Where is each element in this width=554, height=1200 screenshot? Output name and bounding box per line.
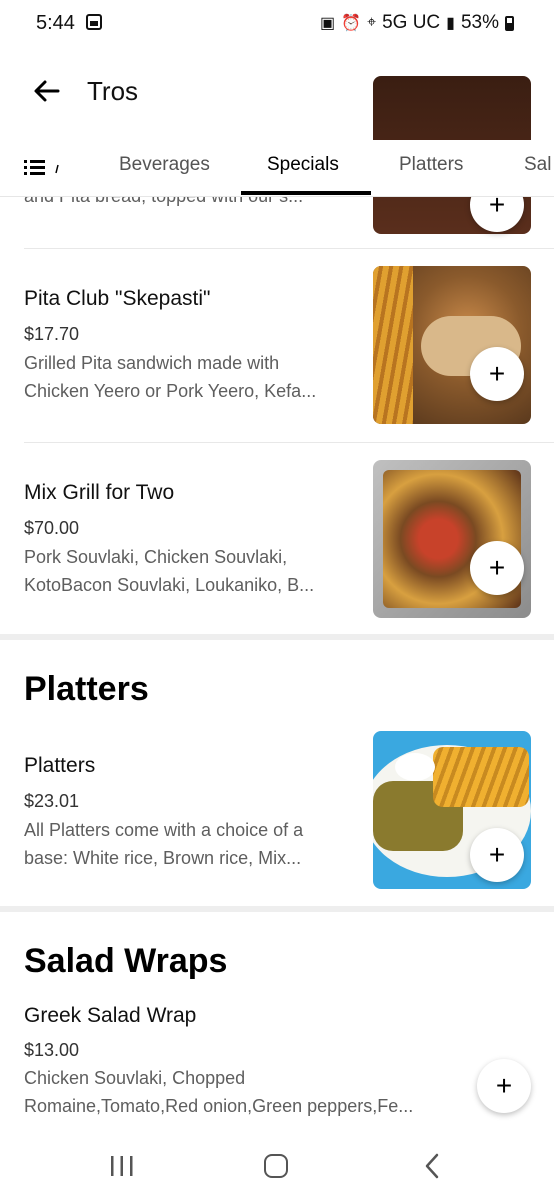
arrow-left-icon (34, 80, 60, 102)
store-title: Tros (87, 76, 139, 106)
list-item[interactable]: Mix Grill for Two $70.00 Pork Souvlaki, … (0, 443, 554, 636)
alarm-icon: ⏰ (341, 15, 362, 32)
back-button[interactable] (30, 74, 64, 108)
item-description: All Platters come with a choice of a bas… (24, 820, 304, 868)
tab-salad-wraps[interactable]: Sal (524, 154, 551, 176)
item-name: Pita Club "Skepasti" (24, 287, 211, 310)
item-price: $17.70 (24, 324, 80, 344)
fries-image (373, 266, 413, 424)
location-icon: ⌖ (367, 14, 377, 31)
section-title-salad-wraps: Salad Wraps (24, 942, 228, 980)
item-price: $13.00 (24, 1040, 80, 1060)
add-button[interactable]: + (470, 541, 524, 595)
system-back-icon[interactable] (424, 1153, 440, 1179)
tab-platters[interactable]: Platters (399, 154, 463, 176)
item-photo (373, 266, 531, 424)
recent-apps-icon[interactable] (109, 1154, 135, 1178)
category-tabs: Beverages Specials Platters Sal (0, 140, 554, 197)
item-description: Chicken Souvlaki, Chopped Romaine,Tomato… (24, 1068, 414, 1116)
tab-specials[interactable]: Specials (267, 154, 339, 176)
item-price: $23.01 (24, 791, 80, 811)
add-button[interactable]: + (477, 1059, 531, 1113)
status-bar: 5:44 ▣ ⏰ ⌖ 5G UC ▮ 53% (0, 0, 554, 48)
network-label: 5G UC (382, 12, 441, 33)
signal-icon: ▮ (446, 15, 455, 32)
fries-image (433, 747, 529, 807)
section-separator (0, 634, 554, 640)
gallery-notification-icon (86, 14, 102, 30)
list-item[interactable]: Greek Salad Wrap $13.00 Chicken Souvlaki… (0, 992, 554, 1132)
home-button-icon[interactable] (264, 1154, 288, 1178)
tzatziki-image (395, 753, 435, 781)
category-menu-button[interactable] (22, 153, 66, 183)
section-title-platters: Platters (24, 670, 149, 708)
battery-percent: 53% (460, 12, 499, 33)
item-photo (373, 460, 531, 618)
item-price: $70.00 (24, 518, 80, 538)
active-tab-indicator (241, 191, 371, 195)
item-description: Pork Souvlaki, Chicken Souvlaki, KotoBac… (24, 547, 315, 595)
list-icon (24, 160, 59, 175)
status-time: 5:44 (36, 12, 75, 34)
battery-icon (505, 15, 514, 31)
add-button[interactable]: + (470, 347, 524, 401)
item-name: Platters (24, 754, 96, 777)
item-name: Mix Grill for Two (24, 481, 175, 504)
list-item[interactable]: Pita Club "Skepasti" $17.70 Grilled Pita… (0, 249, 554, 442)
list-item[interactable]: Platters $23.01 All Platters come with a… (0, 716, 554, 908)
add-button[interactable]: + (470, 828, 524, 882)
tab-beverages[interactable]: Beverages (119, 154, 210, 176)
list-item[interactable]: and Pita bread, topped with our s... + (0, 76, 554, 248)
item-description: Grilled Pita sandwich made with Chicken … (24, 353, 317, 401)
section-separator (0, 906, 554, 912)
status-right: ▣ ⏰ ⌖ 5G UC ▮ 53% (320, 12, 514, 34)
item-name: Greek Salad Wrap (24, 1004, 197, 1027)
system-nav-bar (0, 1140, 554, 1200)
sim-icon: ▣ (320, 15, 336, 32)
